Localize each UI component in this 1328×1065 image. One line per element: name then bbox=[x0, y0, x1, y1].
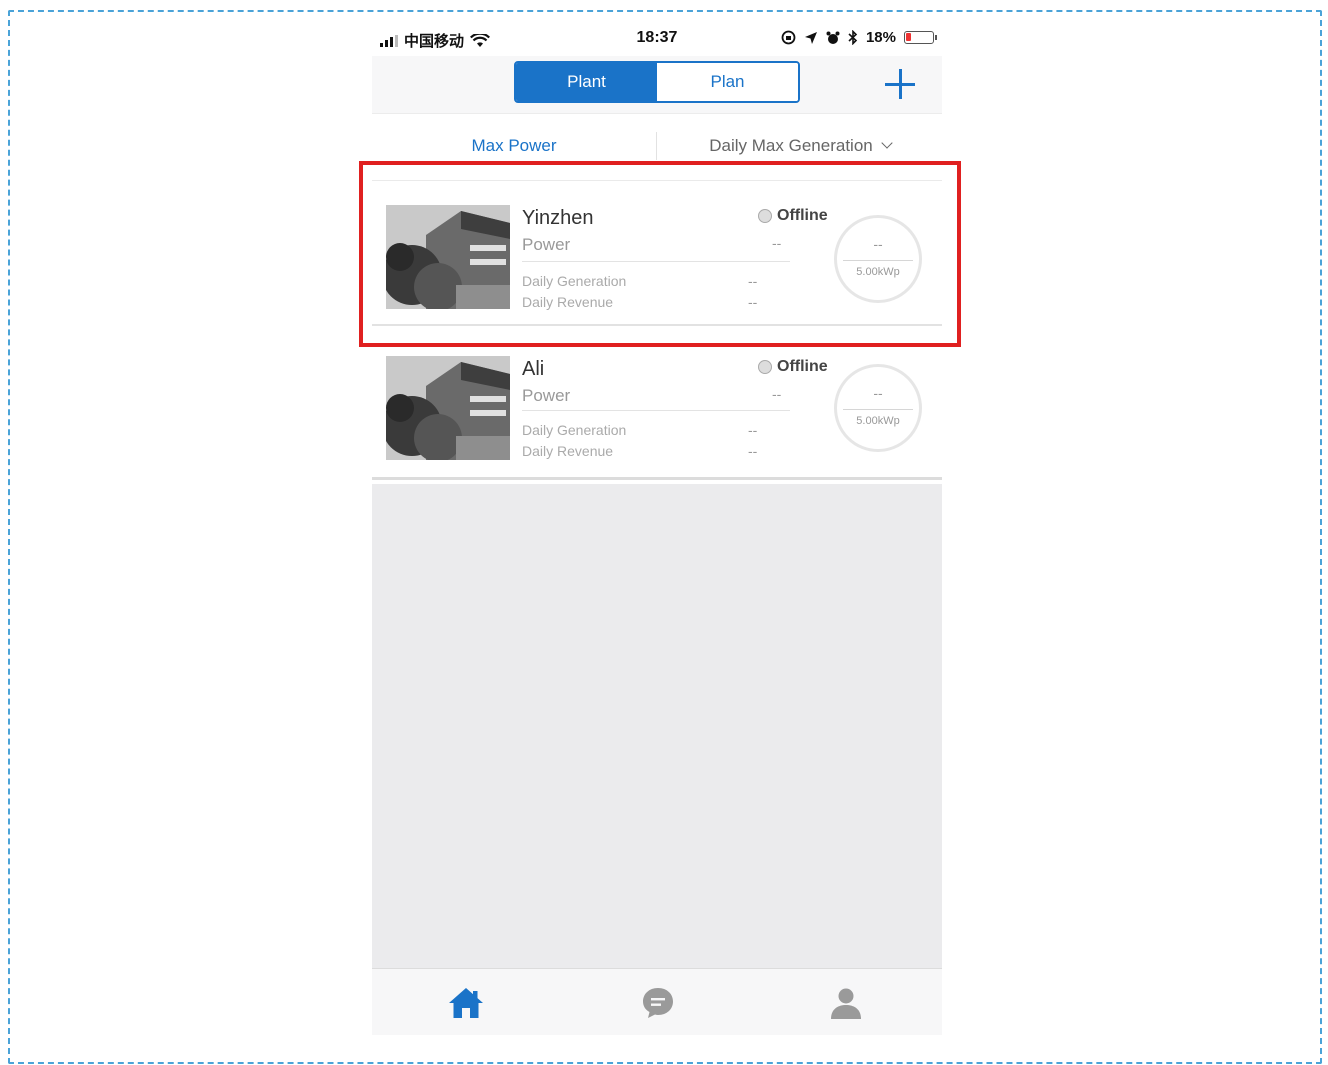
offline-status-icon bbox=[758, 360, 772, 374]
sort-right-label: Daily Max Generation bbox=[709, 136, 873, 155]
battery-percent: 18% bbox=[865, 29, 896, 46]
chevron-down-icon bbox=[881, 137, 893, 149]
tab-profile[interactable] bbox=[826, 983, 866, 1023]
home-icon bbox=[449, 988, 483, 1018]
sort-max-power[interactable]: Max Power bbox=[372, 136, 656, 156]
nav-header: Plant Plan bbox=[372, 56, 942, 114]
status-text: Offline bbox=[777, 358, 828, 375]
user-icon bbox=[831, 988, 861, 1019]
battery-fill bbox=[906, 33, 911, 41]
plant-status: Offline bbox=[758, 358, 828, 376]
add-plant-button[interactable] bbox=[880, 64, 920, 104]
status-bar: 中国移动 18:37 18% bbox=[372, 22, 942, 56]
highlight-box bbox=[359, 161, 961, 347]
sort-daily-max-generation-dropdown[interactable]: Daily Max Generation bbox=[658, 136, 942, 156]
status-right: 18% bbox=[781, 29, 937, 46]
tab-bar bbox=[372, 968, 942, 1035]
bluetooth-icon bbox=[848, 30, 858, 45]
sort-divider bbox=[656, 132, 657, 160]
daily-generation-label: Daily Generation bbox=[522, 422, 627, 438]
location-icon bbox=[804, 31, 817, 44]
empty-list-area bbox=[372, 484, 942, 968]
plant-name: Ali bbox=[522, 358, 545, 380]
daily-revenue-label: Daily Revenue bbox=[522, 443, 614, 459]
plant-card-ali[interactable]: Ali Offline Power -- Daily Generation --… bbox=[372, 334, 942, 480]
tab-home[interactable] bbox=[446, 983, 486, 1023]
plant-thumbnail bbox=[386, 356, 510, 460]
daily-generation-value: -- bbox=[748, 422, 758, 438]
tab-messages[interactable] bbox=[638, 983, 678, 1023]
view-segmented-control: Plant Plan bbox=[514, 61, 800, 103]
ring-value: -- bbox=[873, 385, 883, 401]
ring-divider bbox=[843, 409, 913, 410]
message-icon bbox=[643, 988, 673, 1018]
card-divider bbox=[522, 410, 790, 411]
power-label: Power bbox=[522, 386, 571, 405]
daily-revenue-value: -- bbox=[748, 443, 758, 459]
lock-rotation-icon bbox=[781, 30, 796, 45]
capacity-ring: -- 5.00kWp bbox=[834, 364, 922, 452]
tab-plan[interactable]: Plan bbox=[657, 63, 798, 101]
sort-bar: Max Power Daily Max Generation bbox=[372, 126, 942, 166]
capacity-value: 5.00kWp bbox=[856, 415, 900, 427]
power-value: -- bbox=[772, 386, 782, 402]
battery-icon bbox=[904, 31, 937, 44]
tab-plant[interactable]: Plant bbox=[516, 63, 657, 101]
alarm-icon bbox=[826, 31, 840, 44]
